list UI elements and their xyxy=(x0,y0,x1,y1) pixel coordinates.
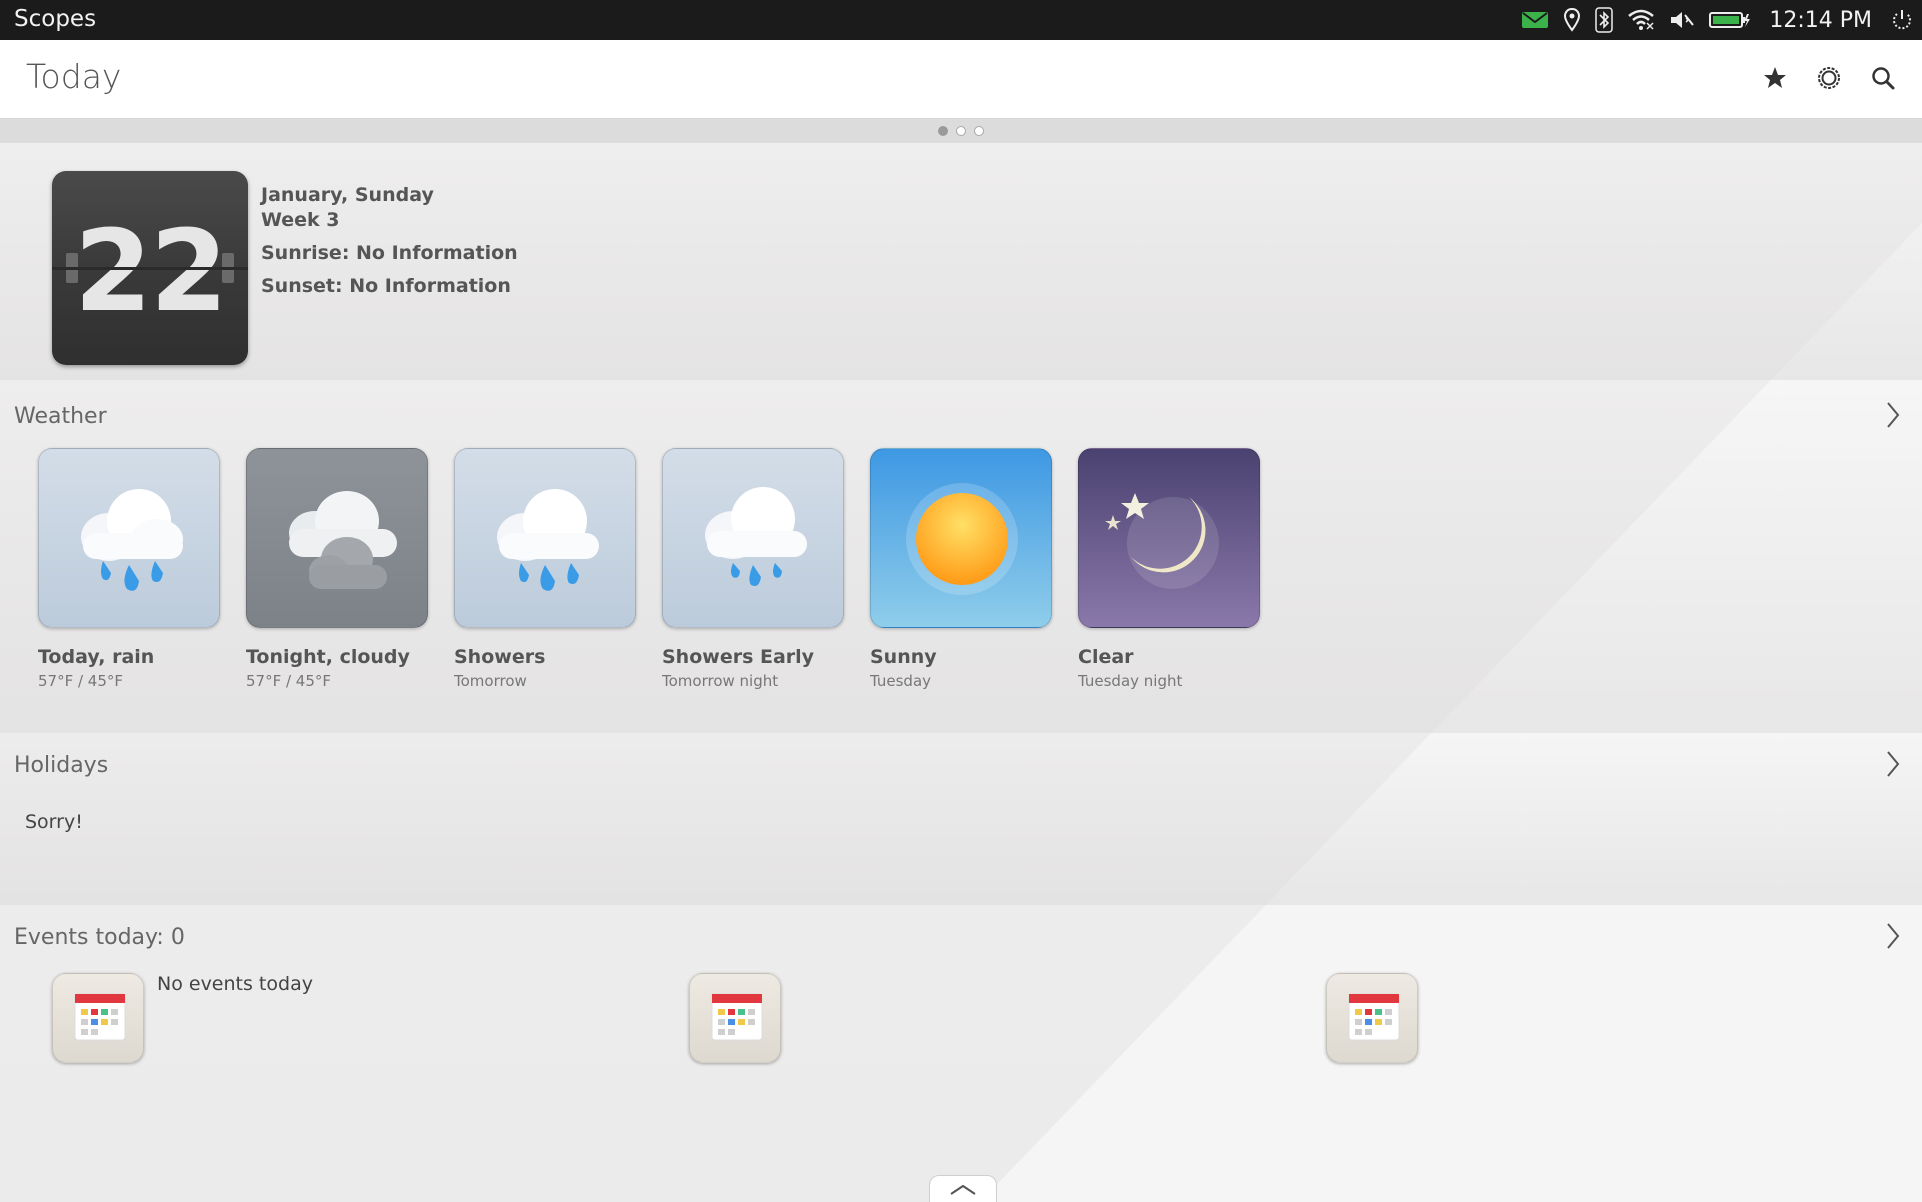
holidays-section: Holidays Sorry! xyxy=(0,733,1922,905)
holidays-message: Sorry! xyxy=(25,811,83,833)
events-section: Events today: 0 No events today xyxy=(0,905,1922,1202)
header-actions xyxy=(1758,61,1900,95)
message-icon[interactable] xyxy=(1521,10,1549,30)
cloudy-icon xyxy=(246,448,428,628)
flip-split-line xyxy=(52,267,248,270)
weather-title[interactable]: Weather xyxy=(14,404,107,429)
weather-card[interactable]: Sunny Tuesday xyxy=(870,448,1052,690)
date-tile: 22 xyxy=(52,171,248,365)
weather-card-sub: Tomorrow xyxy=(454,672,527,690)
date-sunset: Sunset: No Information xyxy=(261,275,511,297)
weather-card[interactable]: Today, rain 57°F / 45°F xyxy=(38,448,220,690)
page-title: Today xyxy=(26,57,122,96)
weather-card-name: Today, rain xyxy=(38,646,155,668)
weather-card-sub: 57°F / 45°F xyxy=(246,672,332,690)
calendar-icon[interactable] xyxy=(52,973,144,1063)
wifi-icon[interactable] xyxy=(1627,9,1655,31)
power-icon[interactable] xyxy=(1890,8,1914,32)
date-month-day: January, Sunday xyxy=(261,184,434,206)
battery-icon[interactable] xyxy=(1709,10,1751,30)
status-clock[interactable]: 12:14 PM xyxy=(1769,8,1872,33)
rain-cloud-icon xyxy=(38,448,220,628)
showers-icon xyxy=(454,448,636,628)
weather-card-sub: Tomorrow night xyxy=(662,672,779,690)
chevron-up-icon xyxy=(950,1184,976,1195)
date-section: 22 January, Sunday Week 3 Sunrise: No In… xyxy=(0,143,1922,380)
weather-card[interactable]: Clear Tuesday night xyxy=(1078,448,1260,690)
status-indicators: 12:14 PM xyxy=(1521,0,1914,40)
event-text[interactable]: No events today xyxy=(157,973,313,995)
page-dot-3[interactable] xyxy=(974,126,984,136)
volume-muted-icon[interactable] xyxy=(1669,9,1695,31)
settings-icon[interactable] xyxy=(1812,61,1846,95)
weather-card-name: Showers Early xyxy=(662,646,815,668)
calendar-icon[interactable] xyxy=(1326,973,1418,1063)
search-icon[interactable] xyxy=(1866,61,1900,95)
weather-card-sub: Tuesday xyxy=(870,672,932,690)
page-dot-1[interactable] xyxy=(938,126,948,136)
page-dot-2[interactable] xyxy=(956,126,966,136)
moon-stars-icon xyxy=(1078,448,1260,628)
bottom-edge-handle[interactable] xyxy=(929,1175,997,1202)
showers-icon xyxy=(662,448,844,628)
date-day-number: 22 xyxy=(74,207,228,337)
sun-icon xyxy=(870,448,1052,628)
date-week: Week 3 xyxy=(261,209,340,231)
weather-card[interactable]: Tonight, cloudy 57°F / 45°F xyxy=(246,448,428,690)
scope-content[interactable]: 22 January, Sunday Week 3 Sunrise: No In… xyxy=(0,143,1922,1202)
weather-card[interactable]: Showers Early Tomorrow night xyxy=(662,448,844,690)
bluetooth-icon[interactable] xyxy=(1595,7,1614,33)
status-bar: Scopes 12:14 PM xyxy=(0,0,1922,40)
page-indicator xyxy=(0,119,1922,143)
status-app-label: Scopes xyxy=(14,6,97,32)
holidays-chevron-right-icon[interactable] xyxy=(1884,749,1902,779)
events-chevron-right-icon[interactable] xyxy=(1884,921,1902,951)
date-info: January, Sunday Week 3 Sunrise: No Infor… xyxy=(261,183,518,299)
weather-card[interactable]: Showers Tomorrow xyxy=(454,448,636,690)
weather-card-sub: 57°F / 45°F xyxy=(38,672,124,690)
weather-chevron-right-icon[interactable] xyxy=(1884,400,1902,430)
events-title[interactable]: Events today: 0 xyxy=(14,925,185,950)
holidays-title[interactable]: Holidays xyxy=(14,753,108,778)
weather-card-name: Sunny xyxy=(870,646,937,668)
weather-card-name: Tonight, cloudy xyxy=(246,646,410,668)
page-header: Today xyxy=(0,40,1922,119)
weather-card-name: Showers xyxy=(454,646,546,668)
date-sunrise: Sunrise: No Information xyxy=(261,242,518,264)
weather-card-sub: Tuesday night xyxy=(1078,672,1183,690)
location-icon[interactable] xyxy=(1563,7,1581,33)
favorite-star-icon[interactable] xyxy=(1758,61,1792,95)
weather-section: Weather Today, rain 57°F / 45°F Tonight,… xyxy=(0,380,1922,733)
weather-card-name: Clear xyxy=(1078,646,1134,668)
calendar-icon[interactable] xyxy=(689,973,781,1063)
